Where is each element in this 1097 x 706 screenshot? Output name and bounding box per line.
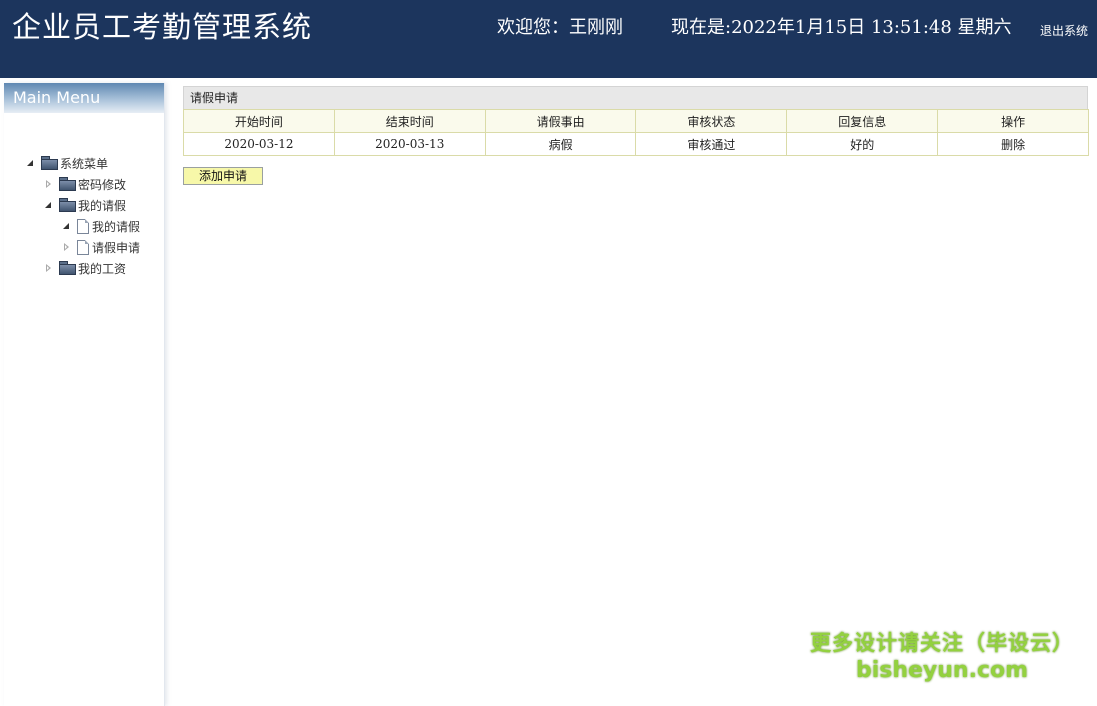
leave-table: 开始时间 结束时间 请假事由 审核状态 回复信息 操作 2020-03-12 2… xyxy=(183,109,1089,156)
column-header: 请假事由 xyxy=(484,109,637,133)
tree-node-leave-apply[interactable]: 请假申请 xyxy=(62,237,140,257)
collapse-arrow-icon[interactable] xyxy=(62,222,71,231)
expand-arrow-icon[interactable] xyxy=(44,263,53,273)
tree-node-label: 我的请假 xyxy=(92,219,141,234)
add-leave-button[interactable]: 添加申请 xyxy=(183,167,263,185)
tree-node-password[interactable]: 密码修改 xyxy=(44,174,126,194)
tree-node-label: 我的工资 xyxy=(78,261,127,276)
current-datetime: 现在是:2022年1月15日 13:51:48 星期六 xyxy=(671,16,1012,40)
page-icon xyxy=(77,218,89,234)
expand-arrow-icon[interactable] xyxy=(62,242,71,252)
sidebar: Main Menu 系统菜单 密码修改 我的请假 我的请假 请假申请 我的工资 xyxy=(4,83,165,706)
table-row: 2020-03-12 2020-03-13 病假 审核通过 好的 删除 xyxy=(183,132,1089,156)
sidebar-heading: Main Menu xyxy=(4,83,164,113)
welcome-text: 欢迎您：王刚刚 xyxy=(497,16,623,40)
column-header: 操作 xyxy=(937,109,1089,133)
action-cell: 删除 xyxy=(937,132,1089,156)
collapse-arrow-icon[interactable] xyxy=(44,201,53,210)
user-name: 王刚刚 xyxy=(569,17,623,38)
tree-node-system-menu[interactable]: 系统菜单 xyxy=(26,153,108,173)
tree-node-my-leave[interactable]: 我的请假 xyxy=(44,195,126,215)
column-header: 回复信息 xyxy=(786,109,939,133)
folder-icon xyxy=(59,177,76,191)
app-title: 企业员工考勤管理系统 xyxy=(12,10,313,44)
tree-node-my-leave-list[interactable]: 我的请假 xyxy=(62,216,140,236)
column-header: 结束时间 xyxy=(333,109,486,133)
end-date-cell: 2020-03-13 xyxy=(333,132,486,156)
tree-node-label: 请假申请 xyxy=(92,240,141,255)
app-header: 企业员工考勤管理系统 欢迎您：王刚刚 现在是:2022年1月15日 13:51:… xyxy=(0,0,1097,78)
folder-icon xyxy=(41,156,58,170)
tree-node-label: 密码修改 xyxy=(78,177,127,192)
tree-node-label: 系统菜单 xyxy=(60,156,109,171)
watermark-line1: 更多设计请关注（毕设云） xyxy=(810,631,1074,655)
status-cell: 审核通过 xyxy=(635,132,788,156)
welcome-label: 欢迎您： xyxy=(497,17,569,38)
column-header: 开始时间 xyxy=(183,109,335,133)
folder-icon xyxy=(59,198,76,212)
tree-node-my-salary[interactable]: 我的工资 xyxy=(44,258,126,278)
datetime-value: 2022年1月15日 13:51:48 星期六 xyxy=(731,17,1012,38)
watermark: 更多设计请关注（毕设云） bisheyun.com xyxy=(800,628,1084,684)
collapse-arrow-icon[interactable] xyxy=(26,159,35,168)
expand-arrow-icon[interactable] xyxy=(44,179,53,189)
now-label: 现在是: xyxy=(671,17,732,38)
tree-node-label: 我的请假 xyxy=(78,198,127,213)
page-icon xyxy=(77,239,89,255)
reason-cell: 病假 xyxy=(484,132,637,156)
watermark-line2: bisheyun.com xyxy=(855,658,1029,683)
table-header-row: 开始时间 结束时间 请假事由 审核状态 回复信息 操作 xyxy=(183,109,1089,133)
reply-cell: 好的 xyxy=(786,132,939,156)
logout-link[interactable]: 退出系统 xyxy=(1040,23,1088,39)
delete-link[interactable]: 删除 xyxy=(1001,138,1025,152)
panel-title: 请假申请 xyxy=(183,86,1088,109)
column-header: 审核状态 xyxy=(635,109,788,133)
start-date-cell: 2020-03-12 xyxy=(183,132,335,156)
leave-panel: 请假申请 开始时间 结束时间 请假事由 审核状态 回复信息 操作 2020-03… xyxy=(183,86,1089,156)
folder-icon xyxy=(59,261,76,275)
